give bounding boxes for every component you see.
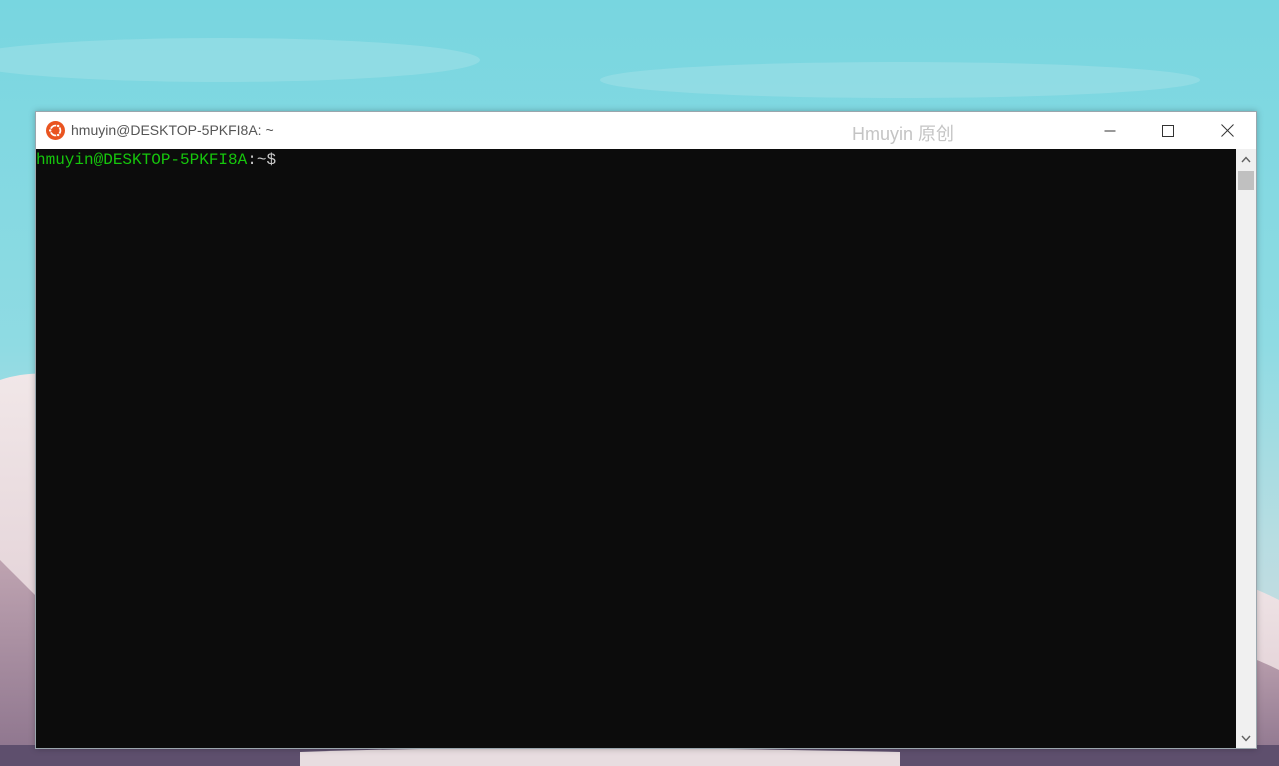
prompt-path: ~ — [256, 151, 267, 169]
prompt-line: hmuyin@DESKTOP-5PKFI8A:~$ — [36, 149, 276, 171]
ubuntu-logo-icon — [46, 121, 65, 140]
scroll-up-button[interactable] — [1236, 149, 1256, 169]
maximize-button[interactable] — [1139, 112, 1197, 149]
vertical-scrollbar[interactable] — [1236, 149, 1256, 748]
scroll-thumb[interactable] — [1238, 171, 1254, 190]
prompt-separator: : — [247, 151, 257, 169]
watermark-text: Hmuyin 原创 — [852, 124, 955, 144]
close-icon — [1220, 124, 1234, 137]
maximize-icon — [1162, 124, 1174, 137]
close-button[interactable] — [1198, 112, 1256, 149]
prompt-symbol: $ — [266, 151, 277, 169]
minimize-button[interactable] — [1081, 112, 1139, 149]
terminal-area[interactable]: hmuyin@DESKTOP-5PKFI8A:~$ — [36, 149, 1236, 748]
minimize-icon — [1104, 130, 1116, 131]
chevron-down-icon — [1241, 735, 1251, 742]
scroll-down-button[interactable] — [1236, 728, 1256, 748]
window-title: hmuyin@DESKTOP-5PKFI8A: ~ — [71, 122, 274, 138]
terminal-window[interactable]: hmuyin@DESKTOP-5PKFI8A: ~ Hmuyin 原创 hmuy… — [35, 111, 1257, 749]
chevron-up-icon — [1241, 155, 1251, 162]
title-bar[interactable]: hmuyin@DESKTOP-5PKFI8A: ~ Hmuyin 原创 — [36, 112, 1256, 149]
prompt-user-host: hmuyin@DESKTOP-5PKFI8A — [36, 151, 248, 169]
